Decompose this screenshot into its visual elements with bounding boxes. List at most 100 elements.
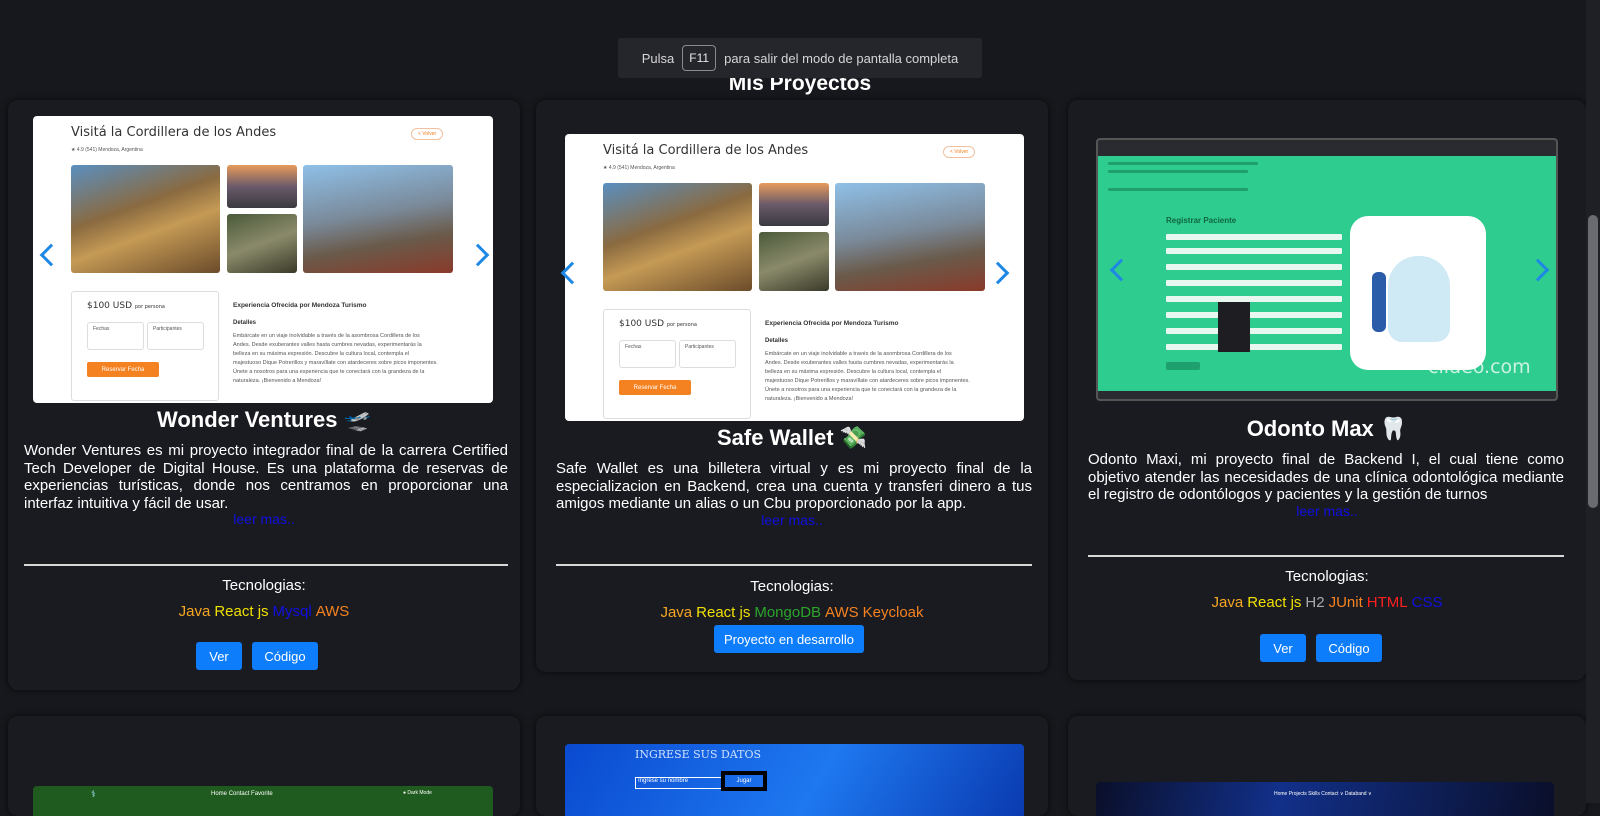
mock-input [1166,234,1342,240]
mock-details: Detalles [233,320,257,326]
mock-photo-trail [759,232,829,291]
mock-details-text: Embárcate en un viaje inolvidable a trav… [233,333,438,384]
mock-nav-favorite: Favorite [251,791,273,797]
mock-rating: ★ 4.9 (541) Mendoza, Argentina [71,147,143,153]
project-screenshot: Registrar Paciente clideo.com [1096,138,1558,401]
mock-heading: Visitá la Cordillera de los Andes [603,143,809,158]
tech-list: Java React js H2 JUnit HTML CSS [1068,594,1586,611]
project-description: Wonder Ventures es mi proyecto integrado… [24,442,508,512]
mock-fechas: Fechas [87,322,144,350]
mock-info-line [1108,188,1248,191]
mock-dark-mode: ● Dark Mode [403,790,432,796]
project-card-safe-wallet: Visitá la Cordillera de los Andes < Volv… [536,100,1048,672]
tech-react: React js [214,603,269,620]
project-description: Odonto Maxi, mi proyecto final de Backen… [1088,451,1564,503]
tech-label: Tecnologias: [1285,568,1369,585]
tech-keycloak: Keycloak [862,604,924,621]
project-description: Safe Wallet es una billetera virtual y e… [556,460,1032,512]
project-card-row2-3: Home Projects Skills Contact ∨ Databand … [1068,716,1586,816]
project-screenshot: ⚕ Home Contact Favorite ● Dark Mode [33,786,493,816]
mock-photo-bridge [303,165,453,273]
mock-input [1166,312,1342,318]
mock-browser-bar [1098,140,1556,156]
project-card-wonder-ventures: Visitá la Cordillera de los Andes < Volv… [8,100,520,690]
in-development-button[interactable]: Proyecto en desarrollo [714,625,864,653]
mock-info-line [1108,162,1258,165]
code-button[interactable]: Código [1316,634,1382,662]
mock-nav2: Home Projects Skills Contact ∨ Databand … [1274,791,1372,797]
mock-nav-home: Home [211,791,228,797]
mock-heading: Visitá la Cordillera de los Andes [71,125,277,140]
read-more-link[interactable]: leer mas.. [536,512,1048,528]
view-button[interactable]: Ver [196,642,242,670]
tech-label: Tecnologias: [750,578,834,595]
project-title: Safe Wallet 💸 [716,425,868,450]
mock-participantes-label: Participantes [685,344,714,350]
mock-input [1166,264,1342,270]
tech-list: Java React js Mysql AWS [8,603,520,620]
project-card-row2-1: ⚕ Home Contact Favorite ● Dark Mode [8,716,520,816]
mock-per: por persona [666,322,697,328]
dentist-figure-icon [1372,272,1386,332]
mock-photo-lake [227,165,297,208]
project-screenshot: Home Projects Skills Contact ∨ Databand … [1096,782,1554,816]
tech-java: Java [1211,594,1244,611]
mock-participantes-label: Participantes [153,326,182,332]
tech-label: Tecnologias: [222,577,306,594]
tech-junit: JUnit [1328,594,1363,611]
mock-watermark: clideo.com [1428,356,1531,378]
mock-ingrese: INGRESE SUS DATOS [635,748,762,761]
mock-exp-title: Experiencia Ofrecida por Mendoza Turismo [765,320,899,327]
mock-nav-contact: Contact [228,791,250,797]
divider [556,564,1032,566]
tech-h2: H2 [1305,594,1325,611]
code-button[interactable]: Código [252,642,318,670]
mock-input [1166,328,1342,334]
project-title: Wonder Ventures 🛫 [156,407,372,432]
divider [1088,555,1564,557]
page-scrollbar[interactable] [1586,0,1600,803]
mock-submit [1166,362,1200,370]
f11-key: F11 [682,45,717,71]
project-screenshot: Visitá la Cordillera de los Andes < Volv… [565,134,1024,421]
tech-html: HTML [1366,594,1408,611]
toast-prefix: Pulsa [641,50,675,66]
mock-input [1166,296,1342,302]
tooth-illustration-icon [1388,256,1450,342]
tech-aws: AWS [825,604,859,621]
tech-java: Java [178,603,211,620]
mock-name-input: Ingrese su nombre [635,777,723,789]
mock-rating: ★ 4.9 (541) Mendoza, Argentina [603,165,675,171]
toast-suffix: para salir del modo de pantalla completa [724,50,959,66]
read-more-link[interactable]: leer mas.. [8,511,520,527]
scrollbar-thumb[interactable] [1588,215,1598,508]
fullscreen-toast: Pulsa F11 para salir del modo de pantall… [618,38,982,78]
mock-dark-mode-label: Dark Mode [407,790,432,796]
mock-input [1166,248,1342,254]
mock-details: Detalles [765,338,789,344]
mock-photo-ruins [71,165,220,273]
mock-illustration [1350,216,1486,370]
project-card-row2-2: INGRESE SUS DATOS Ingrese su nombre Juga… [536,716,1048,816]
mock-fechas-label: Fechas [625,344,642,350]
project-screenshot: INGRESE SUS DATOS Ingrese su nombre Juga… [565,744,1024,816]
project-title: Odonto Max 🦷 [1246,416,1408,441]
mock-photo-bridge [835,183,985,291]
mock-fechas-label: Fechas [93,326,110,332]
mock-exp-title: Experiencia Ofrecida por Mendoza Turismo [233,302,367,309]
mock-jugar: Jugar [721,771,767,791]
mock-participantes: Participantes [679,340,736,368]
view-button[interactable]: Ver [1260,634,1306,662]
logo-icon: ⚕ [91,789,96,799]
project-screenshot: Visitá la Cordillera de los Andes < Volv… [33,116,493,403]
mock-details-text: Embárcate en un viaje inolvidable a trav… [765,351,970,402]
read-more-link[interactable]: leer mas.. [1068,503,1586,519]
mock-input [1166,280,1342,286]
mock-photo-trail [227,214,297,273]
mock-dropdown [1218,302,1250,352]
mock-register-title: Registrar Paciente [1166,216,1237,225]
tech-list: Java React js MongoDB AWS Keycloak [536,604,1048,621]
mock-reserve-button: Reservar Fecha [619,380,691,395]
tech-mongodb: MongoDB [754,604,822,621]
mock-back: < Volver [943,146,976,158]
